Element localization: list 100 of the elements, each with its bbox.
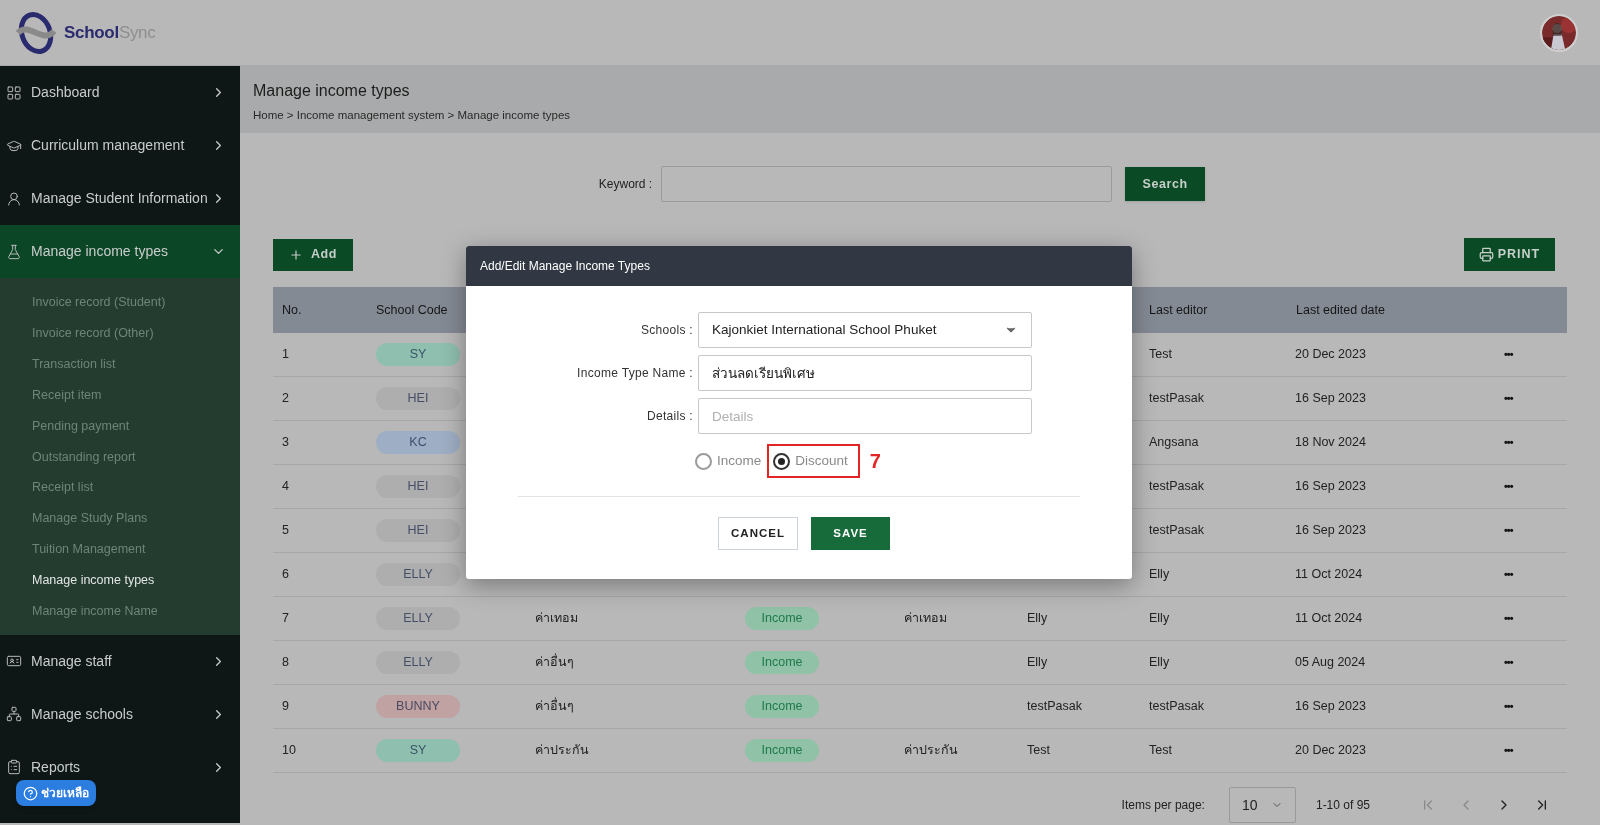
table-cell: 05 Aug 2024 (1295, 655, 1366, 670)
flask-icon (6, 243, 22, 260)
table-cell-text: 10 (281, 742, 296, 760)
keyword-label: Keyword : (598, 176, 653, 193)
school-code-tag: HEI (376, 519, 460, 542)
table-cell-text: 5 (281, 522, 289, 540)
items-per-page-label: Items per page: (1121, 797, 1205, 814)
table-cell-text: 3 (281, 434, 289, 452)
add-button[interactable]: Add (273, 238, 353, 271)
field-label: Details : (645, 408, 694, 425)
table-cell: Angsana (1149, 435, 1199, 450)
column-header: Last editor (1149, 302, 1208, 317)
more-button[interactable]: ••• (1504, 654, 1513, 671)
table-cell-text: 6 (281, 566, 289, 584)
column-header: School Code (376, 302, 448, 317)
annotation-number: 7 (869, 449, 881, 474)
table-cell: Test (1149, 743, 1172, 758)
network-icon (6, 706, 22, 723)
table-cell: Test (1027, 743, 1050, 758)
text-field[interactable]: ส่วนลดเรียนพิเศษ (698, 355, 1032, 391)
table-cell: 16 Sep 2023 (1295, 523, 1366, 538)
keyword-field[interactable] (661, 166, 1113, 202)
column-header: No. (282, 302, 302, 317)
table-cell: ค่าเทอม (535, 611, 578, 626)
table-cell: ค่าอื่นๆ (535, 655, 574, 670)
cancel-button[interactable]: CANCEL (718, 517, 798, 550)
sidebar-item-label: Dashboard (31, 83, 101, 102)
table-cell: 11 Oct 2024 (1295, 611, 1363, 626)
column-header: Last edited date (1296, 302, 1385, 317)
table-cell: Elly (1149, 567, 1170, 582)
grid-icon (6, 84, 22, 101)
logo-icon (14, 10, 58, 55)
table-cell-text: 4 (281, 478, 289, 496)
text-field[interactable]: Details (698, 398, 1032, 434)
table-cell: ค่าเทอม (904, 611, 947, 626)
more-button[interactable]: ••• (1504, 478, 1513, 495)
school-select[interactable]: Kajonkiet International School Phuket (698, 312, 1032, 348)
more-button[interactable]: ••• (1504, 742, 1513, 759)
income-tag: Income (745, 695, 819, 718)
dialog-title: Add/Edit Manage Income Types (480, 258, 650, 275)
sidebar-item-label: Curriculum management (31, 136, 186, 155)
help-icon (23, 785, 38, 801)
school-code-tag: SY (376, 343, 460, 366)
radio-option[interactable]: Income (695, 450, 768, 472)
income-tag: Income (745, 607, 819, 630)
table-cell: 18 Nov 2024 (1295, 435, 1366, 450)
table-cell: Elly (1027, 655, 1048, 670)
sidebar-item-label: Manage Student Information (31, 189, 209, 208)
search-button[interactable]: Search (1125, 167, 1206, 201)
breadcrumb: Home > Income management system > Manage income types (253, 108, 572, 123)
more-button[interactable]: ••• (1504, 390, 1513, 407)
table-cell: 20 Dec 2023 (1295, 347, 1366, 362)
table-cell: ค่าประกัน (904, 743, 958, 758)
more-button[interactable]: ••• (1504, 698, 1513, 715)
more-button[interactable]: ••• (1504, 346, 1513, 363)
more-button[interactable]: ••• (1504, 566, 1513, 583)
sidebar-item-label: Manage staff (31, 651, 113, 671)
table-cell: 16 Sep 2023 (1295, 699, 1366, 714)
student-icon (6, 190, 22, 207)
more-button[interactable]: ••• (1504, 434, 1513, 451)
table-cell: testPasak (1149, 699, 1204, 714)
income-tag: Income (745, 651, 819, 674)
table-cell-text: 9 (281, 698, 289, 716)
sidebar-item-label: Reports (31, 757, 82, 777)
table-cell-text: 8 (281, 654, 289, 672)
table-cell: ค่าประกัน (535, 743, 589, 758)
page-range: 1-10 of 95 (1315, 797, 1370, 814)
table-cell: Elly (1027, 611, 1048, 626)
school-code-tag: ELLY (376, 651, 460, 674)
table-cell: testPasak (1149, 479, 1204, 494)
save-button[interactable]: SAVE (811, 517, 890, 550)
more-button[interactable]: ••• (1504, 522, 1513, 539)
table-cell-text: 1 (281, 346, 289, 364)
field-label: Income Type Name : (576, 365, 694, 382)
radio-option[interactable]: Discount (773, 450, 854, 472)
table-cell: ค่าอื่นๆ (535, 699, 574, 714)
table-cell: testPasak (1027, 699, 1082, 714)
table-cell: 11 Oct 2024 (1295, 567, 1363, 582)
sidebar-item[interactable]: Manage income types (0, 225, 240, 278)
submenu-item[interactable]: Manage income types (0, 565, 240, 596)
page-title: Manage income types (253, 81, 411, 101)
print-button[interactable]: PRINT (1464, 238, 1555, 271)
table-cell: Test (1149, 347, 1172, 362)
school-code-tag: BUNNY (376, 695, 460, 718)
table-cell: 16 Sep 2023 (1295, 391, 1366, 406)
school-code-tag: ELLY (376, 607, 460, 630)
school-code-tag: ELLY (376, 563, 460, 586)
more-button[interactable]: ••• (1504, 610, 1513, 627)
table-cell: 16 Sep 2023 (1295, 479, 1366, 494)
clipboard-icon (6, 759, 22, 776)
table-cell: 20 Dec 2023 (1295, 743, 1366, 758)
help-button[interactable]: ช่วยเหลือ (16, 780, 96, 806)
table-cell: testPasak (1149, 391, 1204, 406)
page-size-select[interactable]: 10 (1228, 787, 1296, 823)
plus-icon (288, 247, 303, 262)
school-code-tag: SY (376, 739, 460, 762)
school-code-tag: KC (376, 431, 460, 454)
sidebar-item-label: Manage schools (31, 704, 134, 724)
printer-icon (1478, 247, 1494, 262)
field-label: Schools : (639, 322, 694, 339)
